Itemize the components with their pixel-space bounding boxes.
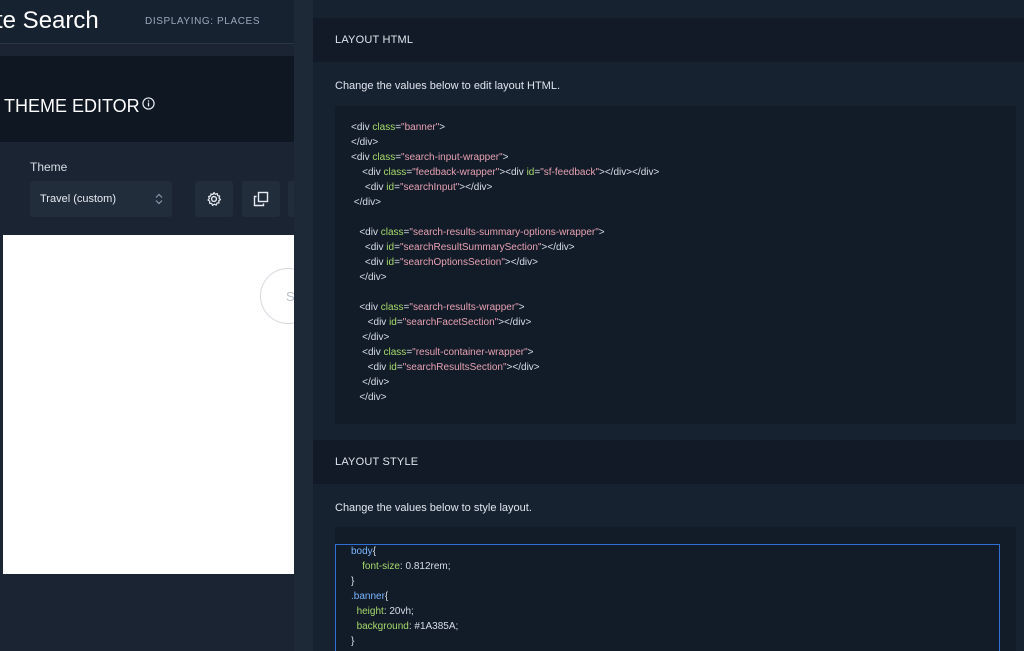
code-line: </div> [351,137,379,148]
select-arrows-icon [155,193,163,205]
top-bar: te Search DISPLAYING: PLACES [0,0,294,44]
code-line: <div id="searchFacetSection"></div> [351,317,532,328]
copy-icon [253,191,269,207]
code-line: .banner{ [351,591,389,602]
layout-html-editor[interactable]: <div class="banner"> </div> <div class="… [335,106,1016,424]
theme-select-value: Travel (custom) [40,193,116,205]
preview-circle-text: S [286,289,294,304]
theme-settings-button[interactable] [195,181,233,217]
left-pane: te Search DISPLAYING: PLACES THEME EDITO… [0,0,294,651]
layout-html-title: LAYOUT HTML [335,34,414,46]
code-line: <div id="searchOptionsSection"></div> [351,257,538,268]
code-line: font-size: 0.812rem; [362,561,451,572]
code-line: </div> [351,197,382,208]
theme-preview: S [3,235,294,574]
code-line: } [351,636,355,647]
theme-select[interactable]: Travel (custom) [30,181,172,217]
layout-html-header[interactable]: LAYOUT HTML [313,18,1024,62]
code-line: <div class="search-results-wrapper"> [351,302,525,313]
app-title: te Search [0,7,99,34]
code-line: body{ [351,546,377,557]
code-line: <div class="feedback-wrapper"><div id="s… [351,167,660,178]
display-mode-label: DISPLAYING: PLACES [145,16,261,27]
theme-editor-header: THEME EDITOR [0,56,294,142]
info-icon[interactable] [142,97,155,110]
layout-style-help: Change the values below to style layout. [335,502,532,514]
duplicate-theme-button[interactable] [242,181,280,217]
right-pane: LAYOUT HTML Change the values below to e… [313,0,1024,651]
code-line: <div class="search-results-summary-optio… [351,227,605,238]
theme-label: Theme [30,160,68,174]
code-line: height: 20vh; [356,606,414,617]
pane-divider[interactable] [294,0,313,651]
code-line: <div class="banner"> [351,122,446,133]
code-line: } [351,576,355,587]
layout-style-editor[interactable]: body{ font-size: 0.812rem; } .banner{ he… [335,544,1000,651]
theme-editor-title: THEME EDITOR [4,96,140,116]
preview-search-circle[interactable]: S [260,268,294,324]
gear-icon [207,191,222,206]
code-line: <div class="result-container-wrapper"> [351,347,534,358]
code-line: <div class="search-input-wrapper"> [351,152,509,163]
code-line: </div> [351,272,387,283]
code-line: </div> [351,332,390,343]
code-line: background: #1A385A; [356,621,459,632]
layout-style-header[interactable]: LAYOUT STYLE [313,440,1024,484]
code-line: </div> [351,392,387,403]
code-line: <div id="searchResultSummarySection"></d… [351,242,575,253]
layout-style-title: LAYOUT STYLE [335,456,419,468]
code-line: <div id="searchResultsSection"></div> [351,362,540,373]
code-line: </div> [351,377,390,388]
code-line: <div id="searchInput"></div> [351,182,493,193]
layout-html-help: Change the values below to edit layout H… [335,80,561,92]
